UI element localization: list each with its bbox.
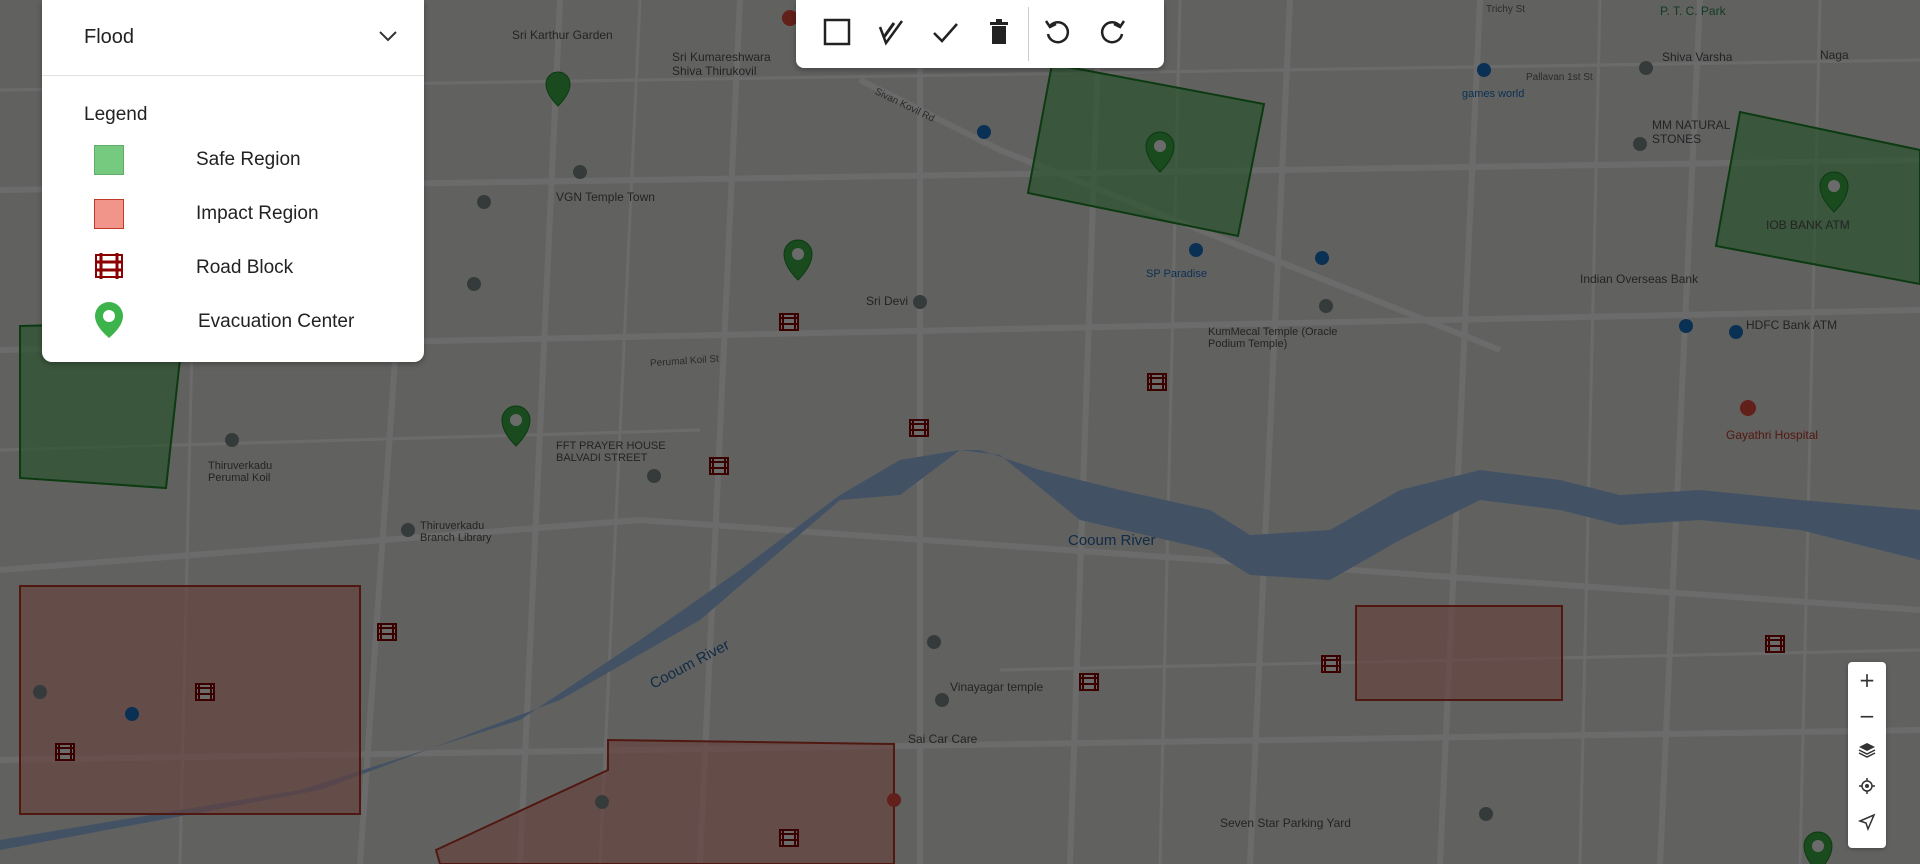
toolbar-divider: [1028, 7, 1029, 61]
map-label: Thiruverkadu Branch Library: [420, 520, 492, 544]
crosshair-icon: [1858, 776, 1876, 800]
map-label: KumMecal Temple (Oracle Podium Temple): [1208, 326, 1338, 350]
legend-item-road-block: Road Block: [94, 248, 293, 288]
map-label: Sai Car Care: [908, 732, 978, 746]
map-label: Thiruverkadu Perumal Koil: [208, 460, 273, 484]
map-controls: + −: [1848, 662, 1886, 848]
my-location-button[interactable]: [1848, 770, 1886, 806]
trash-icon: [984, 17, 1014, 52]
road-block-icon: [94, 251, 124, 286]
map-label: Trichy St: [1486, 4, 1526, 15]
draw-toolbar: [796, 0, 1164, 68]
map-label: Seven Star Parking Yard: [1220, 816, 1351, 830]
zoom-in-button[interactable]: +: [1848, 662, 1886, 698]
check-icon: [930, 17, 960, 52]
map-label: Shiva Varsha: [1662, 50, 1733, 64]
map-label: Indian Overseas Bank: [1580, 272, 1699, 286]
map-label: Sri Kumareshwara Shiva Thirukovil: [672, 50, 771, 78]
layers-button[interactable]: [1848, 734, 1886, 770]
safe-region-swatch: [94, 145, 124, 175]
undo-button[interactable]: [1031, 7, 1085, 61]
legend-item-impact-region: Impact Region: [94, 194, 319, 234]
hazard-control-panel: Flood Legend Safe Region Impact Region R…: [42, 0, 424, 362]
map-label: Sri Devi: [866, 294, 909, 308]
legend-label: Evacuation Center: [198, 311, 355, 332]
map-label: Sri Karthur Garden: [512, 28, 613, 42]
legend-label: Road Block: [196, 257, 294, 278]
zoom-out-button[interactable]: −: [1848, 698, 1886, 734]
confirm-button[interactable]: [918, 7, 972, 61]
redo-button[interactable]: [1085, 7, 1139, 61]
legend-item-safe-region: Safe Region: [94, 140, 301, 180]
edit-polyline-button[interactable]: [864, 7, 918, 61]
legend-label: Safe Region: [196, 149, 301, 170]
undo-icon: [1043, 17, 1073, 52]
navigate-button[interactable]: [1848, 806, 1886, 842]
navigation-arrow-icon: [1857, 812, 1876, 836]
impact-region-swatch: [94, 199, 124, 229]
map-label: Naga: [1820, 48, 1849, 62]
layers-icon: [1858, 740, 1876, 764]
redo-icon: [1097, 17, 1127, 52]
draw-rectangle-button[interactable]: [810, 7, 864, 61]
polyline-edit-icon: [876, 17, 906, 52]
map-label: IOB BANK ATM: [1766, 218, 1850, 232]
map-label: VGN Temple Town: [556, 190, 655, 204]
legend-title: Legend: [84, 104, 148, 125]
chevron-down-icon: [378, 29, 398, 47]
rectangle-icon: [822, 17, 852, 52]
legend-item-evacuation-center: Evacuation Center: [94, 301, 354, 343]
map-label: games world: [1462, 88, 1525, 100]
map-label: Vinayagar temple: [950, 680, 1044, 694]
map-label: Cooum River: [1068, 532, 1156, 549]
legend-label: Impact Region: [196, 203, 319, 224]
evacuation-pin-icon: [94, 301, 124, 343]
map-label: MM NATURAL STONES: [1652, 118, 1730, 146]
hazard-type-value: Flood: [84, 26, 135, 48]
map-label: P. T. C. Park: [1660, 4, 1726, 18]
map-label: SP Paradise: [1146, 268, 1207, 280]
map-label: FFT PRAYER HOUSE BALVADI STREET: [556, 440, 666, 464]
map-label: Gayathri Hospital: [1726, 428, 1819, 442]
map-label: HDFC Bank ATM: [1746, 318, 1838, 332]
hazard-type-select[interactable]: Flood: [42, 0, 424, 76]
delete-button[interactable]: [972, 7, 1026, 61]
map-label: Pallavan 1st St: [1526, 72, 1593, 83]
